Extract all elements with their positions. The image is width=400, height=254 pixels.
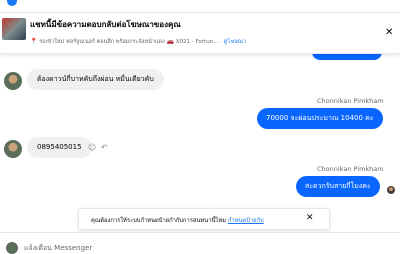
read-receipt-avatar [387, 186, 395, 194]
ad-banner-title: แชทนี้มีข้อความตอบกลับต่อโฆษณาของคุณ [30, 20, 181, 29]
notice-text: คุณต้องการให้ระบบกำหนดป้ายกำกับการสนทนาน… [91, 218, 264, 224]
messenger-icon [7, 0, 17, 6]
customer-avatar[interactable] [4, 72, 22, 90]
ad-banner-subtitle: 📍 รถเข้าใหม่ ฟอร์จูนเนอร์ ตอนลึก พร้อมกร… [30, 38, 247, 45]
avatar [6, 242, 18, 254]
message-bubble-outgoing[interactable]: 70000 จะผ่อนประมาณ 10400 คะ [257, 108, 383, 129]
set-label-link[interactable]: กำหนดป้ายกับ [228, 218, 264, 224]
sender-name: Chonnikan Pimkham [317, 97, 384, 105]
close-icon[interactable]: ✕ [385, 27, 393, 38]
ad-car-model: X021 - Fortun... [175, 39, 219, 45]
close-icon[interactable]: ✕ [306, 213, 314, 223]
divider [0, 232, 400, 233]
location-pin-icon: 📍 [30, 38, 38, 45]
car-icon: 🚗 [166, 38, 174, 45]
customer-avatar[interactable] [4, 140, 22, 158]
message-bubble-incoming[interactable]: ต้องดาวน์กี่บาทคับถึงผ่อน หมื่นเดียวคับ [27, 69, 164, 90]
message-bubble-incoming[interactable]: 0895405015 [27, 137, 92, 158]
top-strip [0, 0, 400, 12]
react-smiley-icon[interactable]: ☺ [88, 143, 96, 152]
message-bubble-outgoing[interactable]: สะดวกรับสายกี่โมงคะ [296, 176, 380, 197]
ad-thumbnail[interactable] [2, 18, 26, 40]
reply-icon[interactable]: ↶ [101, 143, 108, 152]
ad-reply-banner: แชทนี้มีข้อความตอบกลับต่อโฆษณาของคุณ 📍 ร… [0, 12, 400, 54]
ad-subtitle-text: รถเข้าใหม่ ฟอร์จูนเนอร์ ตอนลึก พร้อมกระจ… [39, 39, 165, 45]
bottom-notification-text: แจ้งเตือน Messenger [24, 244, 93, 252]
sender-name: Chonnikan Pimkham [317, 165, 384, 173]
view-ad-link[interactable]: ดูโฆษณา [224, 39, 246, 45]
label-suggestion-notice: คุณต้องการให้ระบบกำหนดป้ายกำกับการสนทนาน… [78, 208, 330, 230]
